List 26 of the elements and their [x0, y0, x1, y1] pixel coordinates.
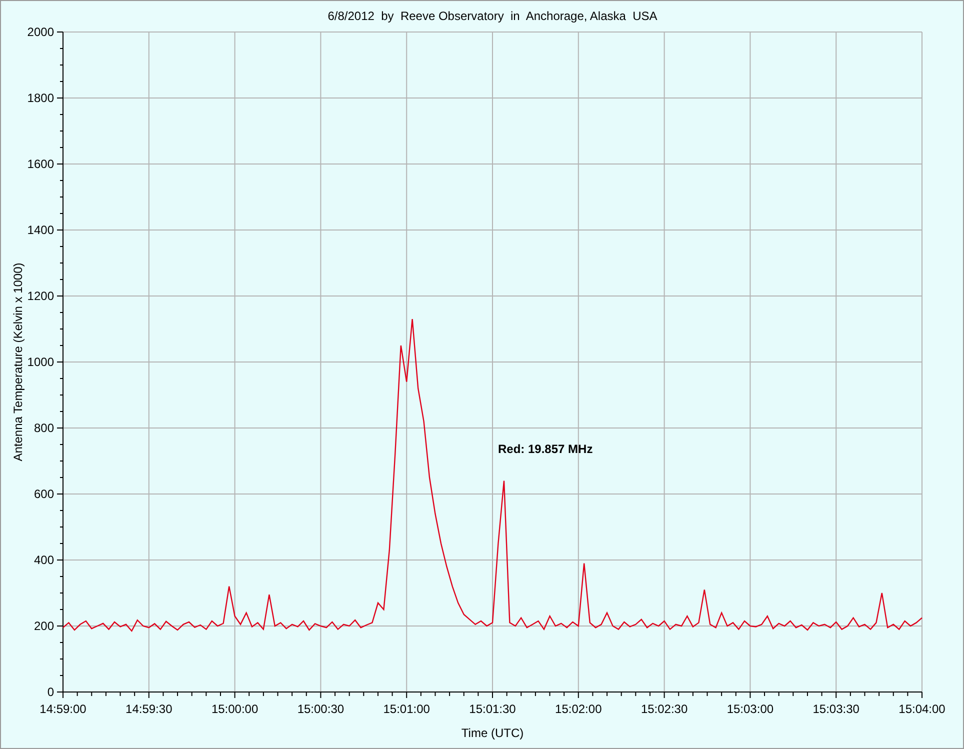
tick-label: 15:01:00	[383, 702, 430, 716]
tick-label: 800	[34, 421, 54, 435]
tick-label: 400	[34, 553, 54, 567]
tick-label: 1200	[27, 289, 54, 303]
y-axis-title: Antenna Temperature (Kelvin x 1000)	[11, 262, 25, 462]
tick-label: 15:03:00	[726, 702, 774, 716]
tick-label: 200	[34, 619, 54, 633]
tick-label: 15:00:00	[211, 702, 258, 716]
tick-label: 2000	[27, 25, 54, 39]
tick-label: 1800	[27, 91, 54, 105]
tick-label: 14:59:00	[40, 702, 86, 716]
tick-label: 1000	[27, 355, 54, 369]
tick-label: 14:59:30	[126, 702, 172, 716]
tick-label: 15:03:30	[812, 702, 860, 716]
tick-label: 15:01:30	[469, 702, 516, 716]
series-label: Red: 19.857 MHz	[498, 442, 593, 456]
tick-label: 15:02:00	[555, 702, 602, 716]
chart-title: 6/8/2012 by Reeve Observatory in Anchorage, Alaska USA	[328, 9, 658, 23]
tick-label: 1400	[27, 223, 54, 237]
tick-label: 600	[34, 487, 54, 501]
tick-label: 15:04:00	[898, 702, 946, 716]
x-axis-title: Time (UTC)	[461, 726, 524, 740]
tick-label: 0	[47, 685, 54, 699]
tick-label: 15:00:30	[297, 702, 344, 716]
tick-label: 15:02:30	[640, 702, 688, 716]
tick-label: 1600	[27, 157, 54, 171]
